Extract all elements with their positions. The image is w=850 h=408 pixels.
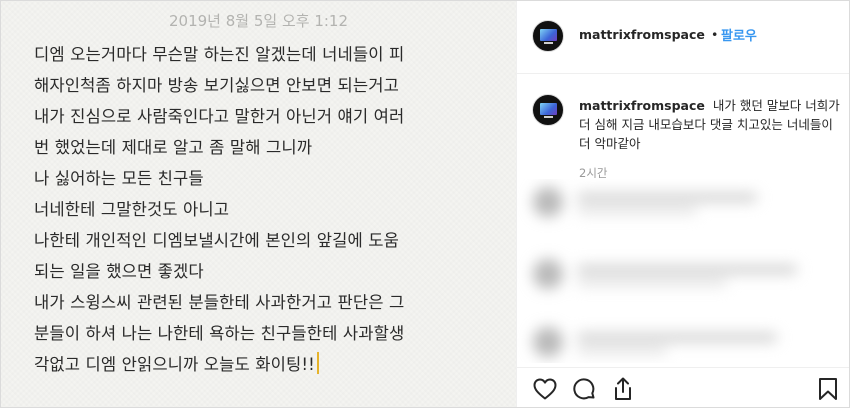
share-icon[interactable] (613, 377, 633, 401)
monitor-stand (544, 116, 553, 118)
blurred-text (577, 279, 727, 286)
follow-button[interactable]: 팔로우 (721, 25, 757, 44)
note-line: 내가 진심으로 사람죽인다고 말한거 아닌거 얘기 여러 (34, 107, 405, 126)
post-side-panel: mattrixfromspace • 팔로우 mattrixfromspace … (517, 1, 849, 407)
instagram-post-frame: 2019년 8월 5일 오후 1:12 디엠 오는거마다 무슨말 하는진 알겠는… (0, 0, 850, 408)
heart-icon[interactable] (533, 378, 557, 400)
blurred-text (577, 333, 777, 342)
blurred-text (577, 265, 797, 274)
caption-username[interactable]: mattrixfromspace (579, 98, 705, 113)
note-line: 번 했었는데 제대로 알고 좀 말해 그니까 (34, 138, 313, 157)
note-date: 2019년 8월 5일 오후 1:12 (168, 12, 349, 30)
blurred-comment-row (533, 327, 833, 359)
blurred-text (577, 347, 667, 354)
header-username[interactable]: mattrixfromspace (579, 27, 705, 42)
note-line: 나한테 개인적인 디엠보낼시간에 본인의 앞길에 도움 (34, 231, 399, 250)
separator-dot: • (711, 27, 719, 42)
post-image: 2019년 8월 5일 오후 1:12 디엠 오는거마다 무슨말 하는진 알겠는… (1, 1, 517, 407)
blurred-text (577, 193, 757, 202)
note-line: 나 싫어하는 모든 친구들 (34, 169, 204, 188)
user-avatar[interactable] (532, 20, 564, 52)
note-line: 너네한테 그말한것도 아니고 (34, 200, 230, 219)
note-line: 디엠 오는거마다 무슨말 하는진 알겠는데 너네들이 피 (34, 45, 405, 64)
blurred-text (577, 207, 697, 214)
computer-monitor-icon (540, 103, 557, 115)
caption-text-block: mattrixfromspace 내가 했던 말보다 너희가 더 심해 지금 내… (579, 96, 841, 153)
note-line: 내가 스윙스씨 관련된 분들한테 사과한거고 판단은 그 (34, 293, 405, 312)
caption-avatar[interactable] (532, 94, 564, 126)
blurred-avatar (533, 327, 563, 357)
text-cursor (316, 352, 319, 374)
monitor-stand (544, 42, 553, 44)
note-line-text: 각없고 디엠 안읽으니까 오늘도 화이팅!! (34, 355, 315, 374)
blurred-comment-row (533, 187, 833, 219)
comment-icon[interactable] (573, 378, 596, 401)
note-line-last: 각없고 디엠 안읽으니까 오늘도 화이팅!! (34, 349, 504, 380)
action-bar (517, 367, 849, 407)
post-header: mattrixfromspace • 팔로우 (517, 1, 849, 74)
blurred-comment-row (533, 259, 833, 291)
computer-monitor-icon (540, 29, 557, 41)
note-body: 디엠 오는거마다 무슨말 하는진 알겠는데 너네들이 피 해자인척좀 하지마 방… (34, 39, 504, 380)
blurred-avatar (533, 187, 563, 217)
note-line: 분들이 하셔 나는 나한테 욕하는 친구들한테 사과할생 (34, 324, 405, 343)
blurred-comments (517, 179, 849, 363)
blurred-avatar (533, 259, 563, 289)
note-line: 되는 일을 했으면 좋겠다 (34, 262, 204, 281)
note-line: 해자인척좀 하지마 방송 보기싫으면 안보면 되는거고 (34, 76, 399, 95)
bookmark-icon[interactable] (818, 377, 838, 401)
